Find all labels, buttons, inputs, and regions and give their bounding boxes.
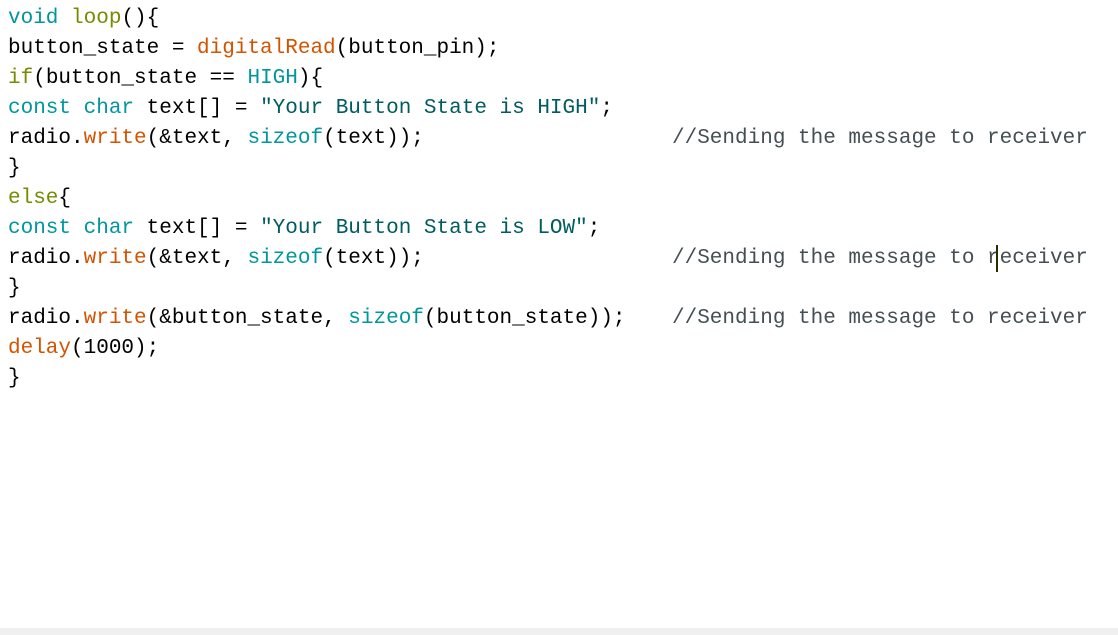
- code-token: }: [8, 157, 21, 180]
- code-token: ){: [297, 67, 324, 90]
- string-token: "Your Button State is HIGH": [260, 97, 601, 120]
- code-token: (&text,: [146, 127, 248, 150]
- code-line-6[interactable]: }: [8, 154, 21, 184]
- code-token: (&text,: [146, 247, 248, 270]
- code-token: }: [8, 367, 21, 390]
- code-comment: //Sending the message to receiver: [672, 247, 1088, 270]
- keyword-token: const: [8, 97, 72, 120]
- code-line-8[interactable]: const char text[] = "Your Button State i…: [8, 214, 600, 244]
- keyword-token: char: [83, 217, 135, 240]
- control-token: loop: [71, 7, 122, 30]
- code-line-2[interactable]: button_state = digitalRead(button_pin);: [8, 34, 499, 64]
- code-token: (text));: [323, 247, 424, 270]
- code-comment: //Sending the message to receiver: [672, 307, 1088, 330]
- code-editor[interactable]: void loop(){ button_state = digitalRead(…: [0, 0, 1118, 628]
- code-line-4[interactable]: const char text[] = "Your Button State i…: [8, 94, 613, 124]
- code-line-5[interactable]: radio.write(&text, sizeof(text));: [8, 124, 424, 154]
- code-token: (button_pin);: [335, 37, 500, 60]
- keyword-token: sizeof: [247, 127, 324, 150]
- function-token: write: [83, 127, 147, 150]
- code-token: radio.: [8, 247, 84, 270]
- function-token: write: [83, 307, 147, 330]
- code-token: }: [8, 277, 21, 300]
- code-token: text[] =: [134, 217, 261, 240]
- code-token: (1000);: [71, 337, 160, 360]
- control-token: if: [8, 67, 34, 90]
- code-token: radio.: [8, 127, 84, 150]
- keyword-token: sizeof: [247, 247, 324, 270]
- code-token: ;: [587, 217, 601, 240]
- keyword-token: void: [8, 7, 59, 30]
- code-line-1[interactable]: void loop(){: [8, 4, 159, 34]
- keyword-token: const: [8, 217, 72, 240]
- control-token: else: [8, 187, 59, 210]
- code-token: ;: [600, 97, 613, 120]
- code-token: (button_state ==: [33, 67, 248, 90]
- code-token: (button_state));: [423, 307, 626, 330]
- string-token: "Your Button State is LOW": [260, 217, 588, 240]
- keyword-token: sizeof: [348, 307, 424, 330]
- function-token: write: [83, 247, 147, 270]
- code-line-13[interactable]: }: [8, 364, 21, 394]
- code-line-11[interactable]: radio.write(&button_state, sizeof(button…: [8, 304, 626, 334]
- code-line-3[interactable]: if(button_state == HIGH){: [8, 64, 323, 94]
- text-cursor: [996, 245, 998, 272]
- code-comment: //Sending the message to receiver: [672, 127, 1088, 150]
- code-token: (text));: [323, 127, 424, 150]
- function-token: digitalRead: [197, 37, 336, 60]
- code-token: button_state =: [8, 37, 198, 60]
- code-token: text[] =: [134, 97, 261, 120]
- code-token: radio.: [8, 307, 84, 330]
- keyword-token: HIGH: [247, 67, 298, 90]
- code-token: {: [58, 187, 72, 210]
- code-line-7[interactable]: else{: [8, 184, 71, 214]
- code-token: (&button_state,: [146, 307, 349, 330]
- code-line-10[interactable]: }: [8, 274, 21, 304]
- code-line-12[interactable]: delay(1000);: [8, 334, 159, 364]
- code-line-9[interactable]: radio.write(&text, sizeof(text));: [8, 244, 424, 274]
- function-token: delay: [8, 337, 72, 360]
- keyword-token: char: [83, 97, 135, 120]
- code-token: (){: [121, 7, 160, 30]
- horizontal-scrollbar[interactable]: [0, 628, 1118, 635]
